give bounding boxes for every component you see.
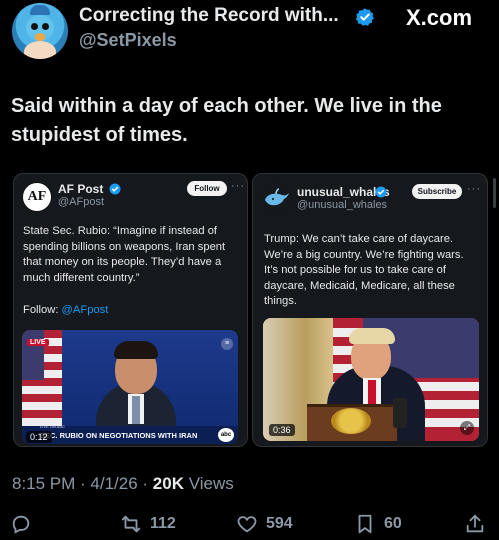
video-duration: 0:36 (269, 424, 295, 436)
scrollbar[interactable] (493, 178, 496, 208)
video-expand-icon[interactable]: ⤢ (460, 421, 474, 435)
subscribe-button[interactable]: Subscribe (412, 184, 462, 199)
retweet-count: 112 (150, 515, 176, 532)
more-options-icon[interactable]: ··· (231, 180, 245, 192)
speaker-hair (114, 341, 158, 359)
live-badge: LIVE (27, 339, 49, 346)
author-display-name[interactable]: Correcting the Record with... (79, 5, 339, 27)
unusual-whales-video[interactable]: 0:36 ⤢ (263, 318, 479, 441)
afpost-handle[interactable]: @AFpost (58, 196, 104, 208)
video-options-icon[interactable]: ≡ (221, 338, 233, 350)
whale-avatar-icon[interactable] (262, 183, 292, 213)
afpost-name[interactable]: AF Post (58, 182, 103, 196)
chyron-top-label: LIVE ON ABC (40, 424, 65, 429)
bookmark-button[interactable]: 60 (354, 510, 402, 538)
presidential-seal (331, 408, 371, 434)
follow-button[interactable]: Follow (187, 181, 227, 196)
unusual-whales-text: Trump: We can’t take care of daycare. We… (264, 233, 464, 307)
views-count: 20K (152, 474, 184, 493)
platform-logo: X.com (406, 5, 473, 30)
tweet-text: Said within a day of each other. We live… (11, 95, 442, 146)
afpost-video[interactable]: LIVE ≡ LIVE ON ABC SEC. RUBIO ON NEGOTIA… (22, 330, 238, 444)
video-duration: 0:12 (26, 431, 52, 443)
share-button[interactable] (464, 510, 494, 538)
speaker-hair (349, 328, 395, 344)
share-icon (466, 514, 484, 533)
verified-badge-icon (355, 8, 374, 26)
post-meta: 8:15 PM · 4/1/26 · 20K Views (12, 474, 234, 493)
speaker-tie (132, 396, 140, 424)
afpost-link[interactable]: @AFpost (62, 304, 109, 316)
views-label: Views (188, 474, 234, 493)
verified-badge-icon (375, 186, 387, 198)
network-logo: abc (218, 428, 234, 442)
retweet-icon (121, 515, 141, 533)
more-options-icon[interactable]: ··· (467, 183, 481, 195)
author-handle[interactable]: @SetPixels (79, 30, 177, 51)
post-header: Correcting the Record with... @SetPixels… (0, 0, 499, 70)
post-time[interactable]: 8:15 PM (12, 474, 75, 493)
like-count: 594 (266, 515, 293, 532)
bookmark-icon (358, 514, 372, 534)
bookmark-count: 60 (384, 515, 402, 532)
verified-badge-icon (109, 183, 121, 195)
post-date[interactable]: 4/1/26 (90, 474, 137, 493)
reply-button[interactable] (10, 510, 40, 538)
retweet-button[interactable]: 112 (120, 510, 176, 538)
heart-icon (237, 516, 257, 533)
reply-icon (12, 515, 30, 534)
embedded-post-afpost[interactable]: AF AF Post @AFpost Follow ··· State Sec.… (13, 173, 248, 447)
microphone (393, 398, 407, 428)
afpost-text: State Sec. Rubio: “Imagine if instead of… (23, 225, 226, 284)
action-bar: 112 594 60 (0, 510, 499, 540)
chyron-text: SEC. RUBIO ON NEGOTIATIONS WITH IRAN (40, 431, 198, 440)
author-avatar[interactable] (12, 3, 68, 59)
afpost-avatar[interactable]: AF (22, 182, 52, 212)
afpost-follow-line: Follow: @AFpost (23, 304, 109, 316)
embedded-post-unusual-whales[interactable]: unusual_whales @unusual_whales Subscribe… (252, 173, 488, 447)
unusual-whales-handle[interactable]: @unusual_whales (297, 199, 387, 211)
like-button[interactable]: 594 (236, 510, 293, 538)
